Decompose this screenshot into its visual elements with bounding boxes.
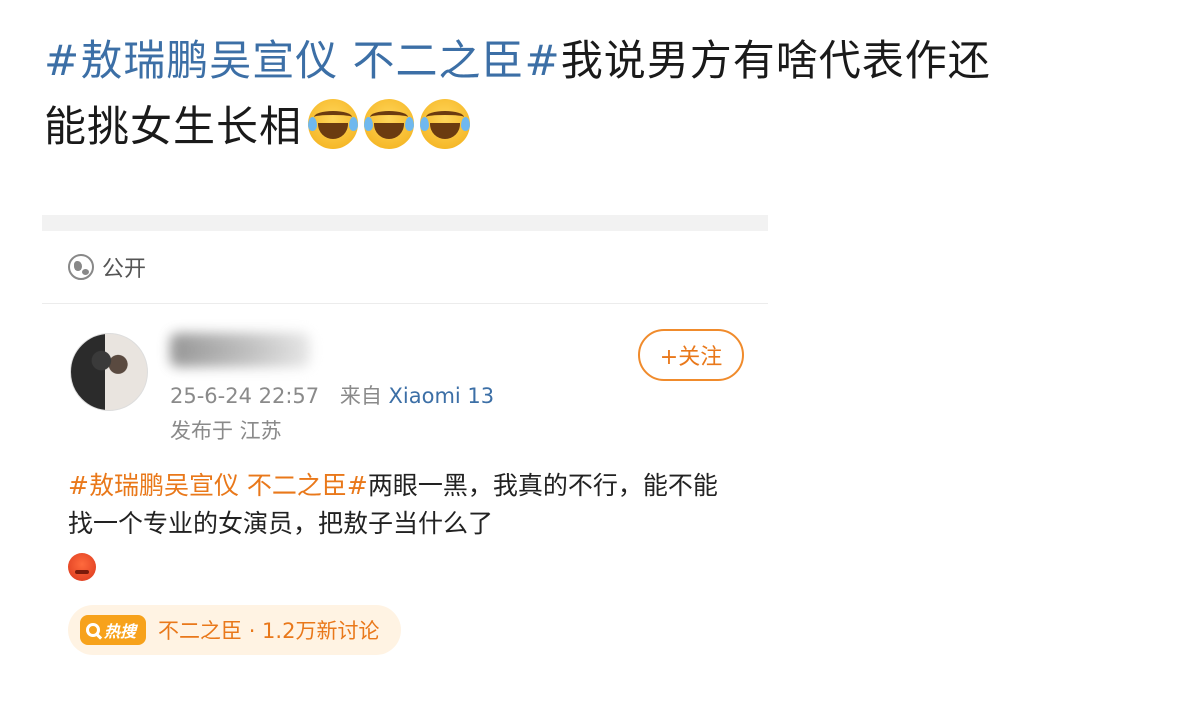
avatar[interactable] <box>70 333 148 411</box>
embedded-screenshot-card: 公开 25-6-24 22:57 来自 Xiaomi 13 发布于 江苏 +关注… <box>42 215 768 703</box>
search-icon <box>86 623 100 637</box>
follow-label: +关注 <box>659 345 723 370</box>
laugh-cry-emoji <box>364 99 415 149</box>
username-blurred[interactable] <box>170 333 310 367</box>
card-top-divider <box>42 215 768 231</box>
hot-search-chip[interactable]: 热搜 不二之臣 · 1.2万新讨论 <box>68 605 402 655</box>
globe-icon <box>68 254 94 280</box>
post-text-line2: 能挑女生长相 <box>44 102 303 151</box>
hot-badge-label: 热搜 <box>104 622 137 641</box>
laugh-cry-emoji <box>308 99 359 149</box>
laugh-cry-emoji <box>420 99 471 149</box>
angry-emoji <box>68 553 96 581</box>
repost-hashtag-link[interactable]: #敖瑞鹏吴宣仪 不二之臣# <box>68 471 368 500</box>
post-location: 发布于 江苏 <box>170 419 282 443</box>
post-text-line1: 我说男方有啥代表作还 <box>560 36 991 85</box>
visibility-row: 公开 <box>42 231 768 304</box>
hot-search-badge: 热搜 <box>80 615 147 645</box>
repost-text: #敖瑞鹏吴宣仪 不二之臣#两眼一黑，我真的不行，能不能找一个专业的女演员，把敖子… <box>68 467 728 543</box>
hot-search-topic: 不二之臣 · 1.2万新讨论 <box>158 619 380 643</box>
source-prefix: 来自 <box>339 384 382 408</box>
post-timestamp: 25-6-24 22:57 <box>170 384 320 408</box>
visibility-label: 公开 <box>102 257 147 282</box>
post-hashtag-link[interactable]: #敖瑞鹏吴宣仪 不二之臣# <box>44 36 561 85</box>
post-text: #敖瑞鹏吴宣仪 不二之臣#我说男方有啥代表作还 能挑女生长相 <box>44 28 1124 160</box>
post-meta: 25-6-24 22:57 来自 Xiaomi 13 <box>170 380 494 410</box>
device-link[interactable]: Xiaomi 13 <box>389 384 495 408</box>
follow-button[interactable]: +关注 <box>638 329 744 381</box>
